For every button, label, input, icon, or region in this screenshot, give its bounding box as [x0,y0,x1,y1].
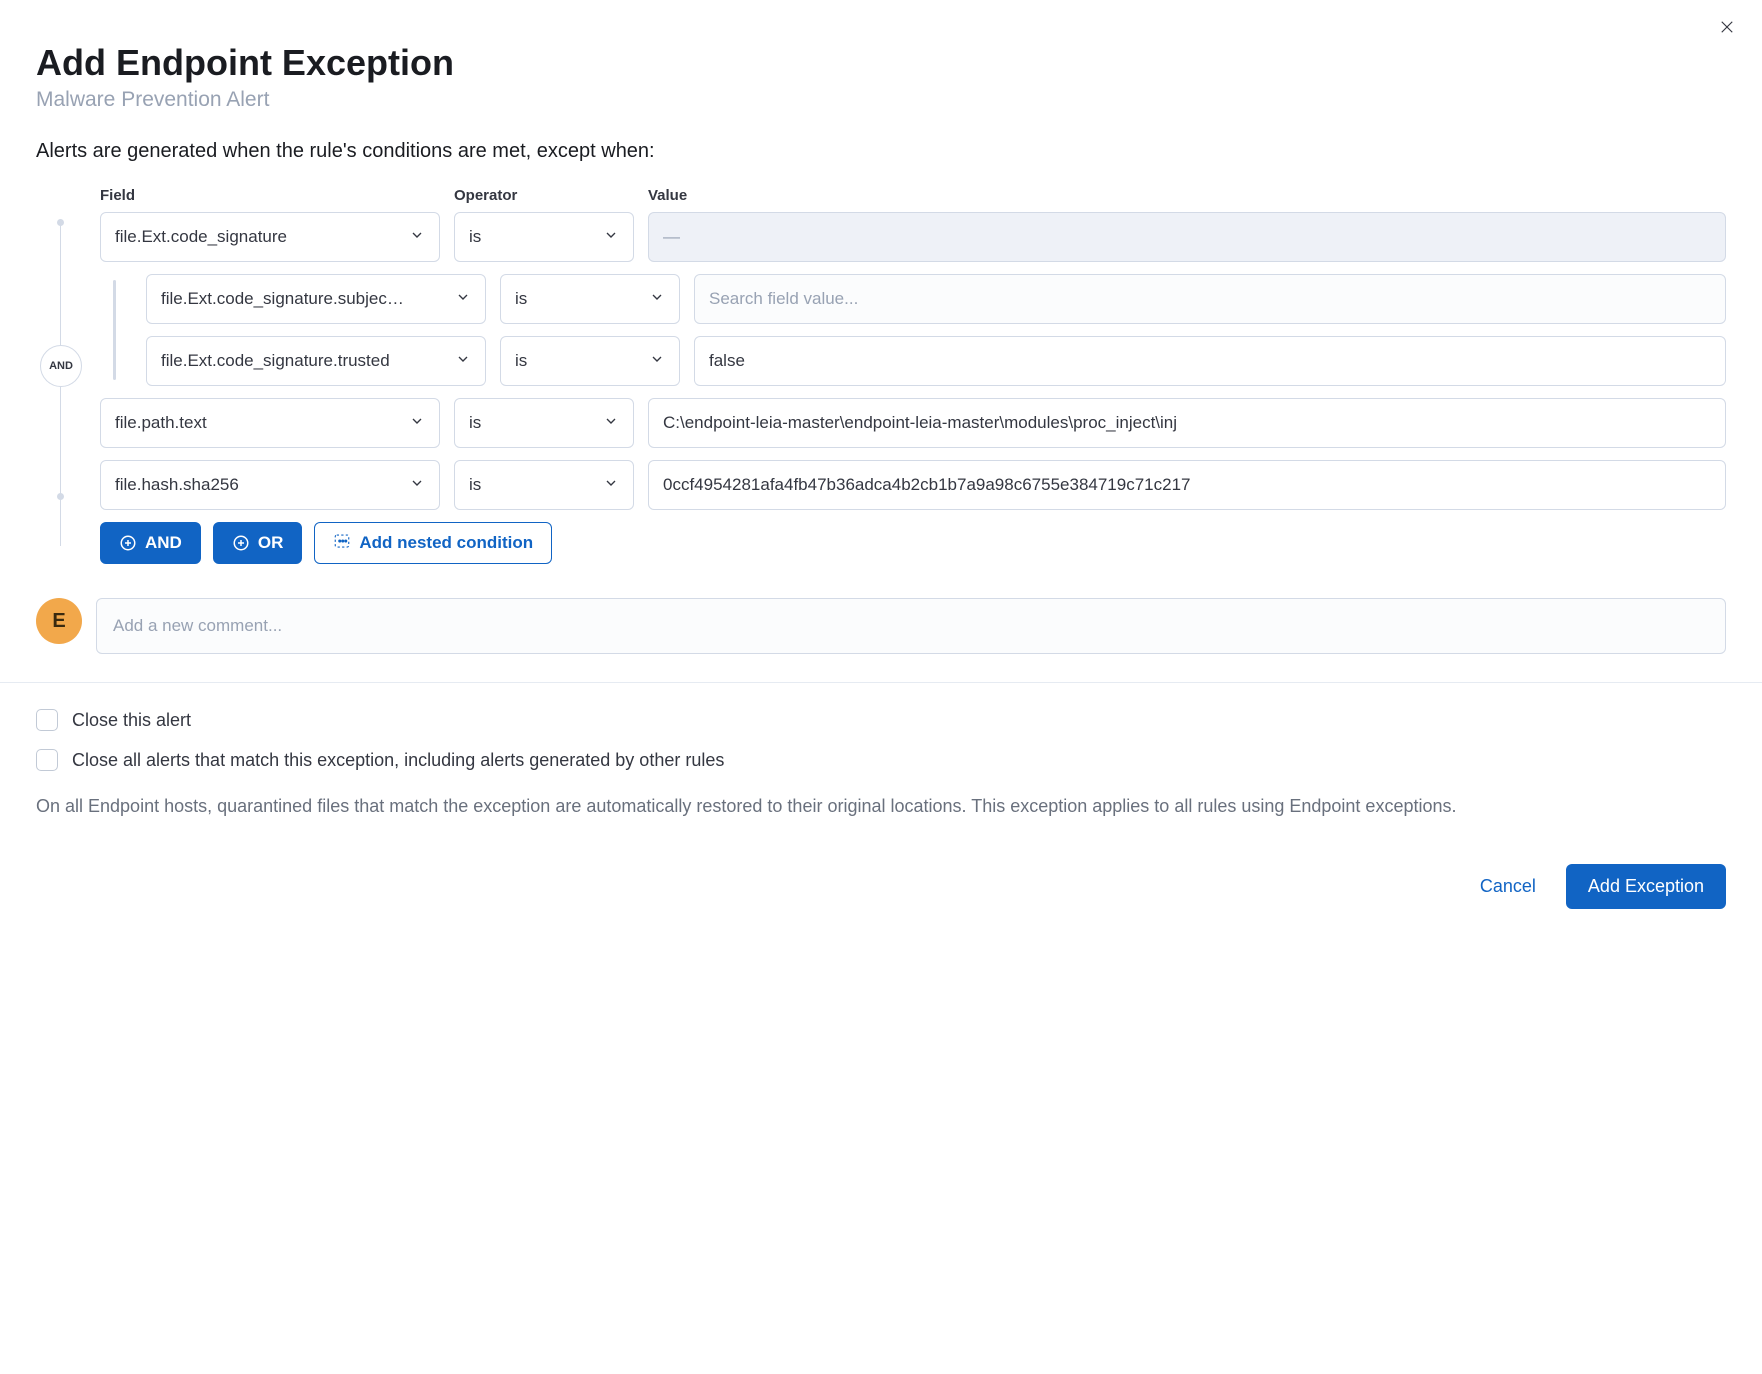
column-header-operator: Operator [454,187,634,204]
checkbox-label: Close this alert [72,710,191,731]
chevron-down-icon [603,475,619,496]
field-select[interactable]: file.path.text [100,398,440,448]
value-input[interactable]: C:\endpoint-leia-master\endpoint-leia-ma… [648,398,1726,448]
operator-select-value: is [515,351,527,371]
field-select-value: file.Ext.code_signature.subjec… [161,289,404,309]
user-avatar: E [36,598,82,644]
intro-text: Alerts are generated when the rule's con… [36,140,1726,163]
operator-select-value: is [515,289,527,309]
operator-select-value: is [469,413,481,433]
add-exception-modal: Add Endpoint Exception Malware Preventio… [0,0,1762,937]
comment-input[interactable]: Add a new comment... [96,598,1726,654]
nested-condition-group: file.Ext.code_signature.subjec… is Searc… [146,274,1726,386]
close-all-alerts-checkbox[interactable] [36,749,58,771]
field-select-value: file.hash.sha256 [115,475,239,495]
button-label: AND [145,533,182,553]
add-or-button[interactable]: OR [213,522,303,564]
operator-select[interactable]: is [500,274,680,324]
column-header-field: Field [100,187,440,204]
operator-select[interactable]: is [454,398,634,448]
condition-row: file.path.text is C:\endpoint-leia-maste… [100,398,1726,448]
chevron-down-icon [409,475,425,496]
value-text: — [663,227,680,247]
value-input[interactable]: false [694,336,1726,386]
comment-placeholder: Add a new comment... [113,616,282,636]
add-exception-button[interactable]: Add Exception [1566,864,1726,909]
cancel-button[interactable]: Cancel [1470,868,1546,905]
plus-circle-icon [232,534,250,552]
chevron-down-icon [649,289,665,310]
field-select[interactable]: file.Ext.code_signature [100,212,440,262]
field-select-value: file.path.text [115,413,207,433]
value-text: false [709,351,745,371]
condition-timeline: AND [36,187,100,564]
checkbox-label: Close all alerts that match this excepti… [72,750,724,771]
chevron-down-icon [455,351,471,372]
operator-select[interactable]: is [454,460,634,510]
add-and-button[interactable]: AND [100,522,201,564]
value-input[interactable]: Search field value... [694,274,1726,324]
close-this-alert-checkbox[interactable] [36,709,58,731]
field-select[interactable]: file.hash.sha256 [100,460,440,510]
and-chip: AND [40,345,82,387]
operator-select[interactable]: is [454,212,634,262]
operator-select[interactable]: is [500,336,680,386]
close-button[interactable] [1714,14,1740,43]
chevron-down-icon [409,413,425,434]
value-text: C:\endpoint-leia-master\endpoint-leia-ma… [663,413,1177,433]
value-input: — [648,212,1726,262]
chevron-down-icon [455,289,471,310]
condition-row: file.hash.sha256 is 0ccf4954281afa4fb47b… [100,460,1726,510]
chevron-down-icon [603,227,619,248]
divider [0,682,1762,683]
chevron-down-icon [603,413,619,434]
field-select[interactable]: file.Ext.code_signature.trusted [146,336,486,386]
condition-row: file.Ext.code_signature.subjec… is Searc… [146,274,1726,324]
value-input[interactable]: 0ccf4954281afa4fb47b36adca4b2cb1b7a9a98c… [648,460,1726,510]
chevron-down-icon [409,227,425,248]
value-text: 0ccf4954281afa4fb47b36adca4b2cb1b7a9a98c… [663,475,1191,495]
field-select-value: file.Ext.code_signature.trusted [161,351,390,371]
condition-row: file.Ext.code_signature is — [100,212,1726,262]
modal-title: Add Endpoint Exception [36,42,1726,84]
operator-select-value: is [469,475,481,495]
button-label: Add nested condition [359,533,533,553]
nested-icon [333,532,351,555]
modal-subtitle: Malware Prevention Alert [36,88,1726,112]
footer-note: On all Endpoint hosts, quarantined files… [36,793,1726,820]
plus-circle-icon [119,534,137,552]
column-header-value: Value [648,187,1726,204]
condition-row: file.Ext.code_signature.trusted is false [146,336,1726,386]
chevron-down-icon [649,351,665,372]
field-select[interactable]: file.Ext.code_signature.subjec… [146,274,486,324]
field-select-value: file.Ext.code_signature [115,227,287,247]
add-nested-condition-button[interactable]: Add nested condition [314,522,552,564]
value-placeholder: Search field value... [709,289,858,309]
button-label: OR [258,533,284,553]
close-icon [1718,23,1736,39]
operator-select-value: is [469,227,481,247]
